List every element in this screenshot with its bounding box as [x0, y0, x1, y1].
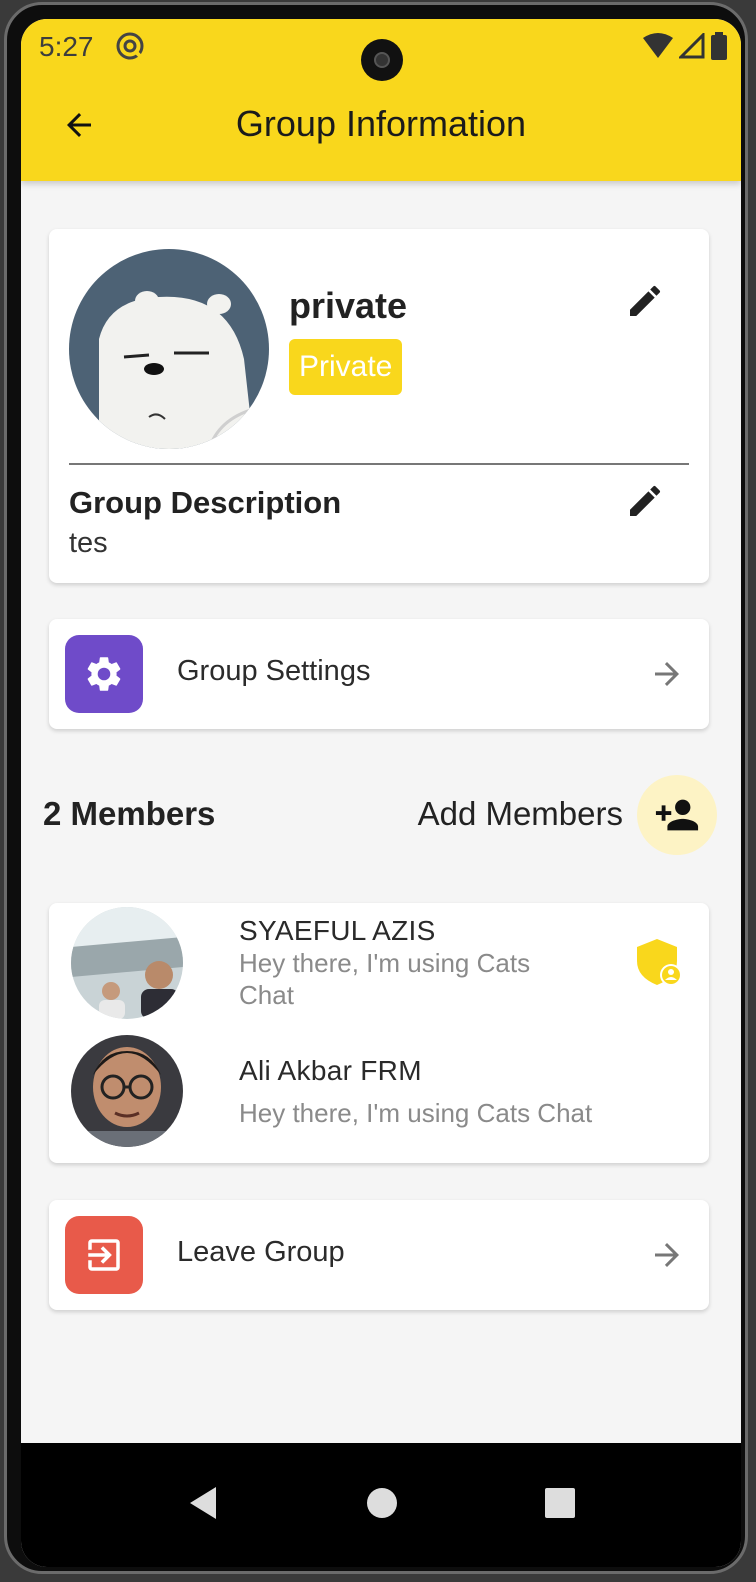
notification-app-icon — [116, 32, 144, 60]
nav-home-button[interactable] — [352, 1473, 412, 1533]
nav-home-icon — [367, 1488, 397, 1518]
arrow-forward-icon — [655, 1243, 679, 1267]
members-list-card: SYAEFUL AZIS Hey there, I'm using Cats C… — [49, 903, 709, 1163]
member-avatar — [71, 1035, 183, 1147]
divider — [69, 463, 689, 465]
page-title: Group Information — [235, 103, 527, 144]
nav-back-icon — [190, 1487, 216, 1519]
exit-icon — [88, 1239, 120, 1271]
edit-group-name-button[interactable] — [623, 279, 667, 323]
wifi-icon — [643, 33, 673, 58]
add-members-button[interactable] — [637, 775, 717, 855]
description-value: tes — [69, 527, 108, 559]
nav-back-button[interactable] — [173, 1473, 233, 1533]
status-icons — [643, 31, 727, 61]
member-status: Hey there, I'm using Cats Chat — [239, 1098, 593, 1128]
person-add-icon — [655, 799, 699, 831]
screen: 5:27 Group Information private Private G… — [21, 19, 741, 1567]
member-photo — [71, 907, 183, 1019]
member-photo — [71, 1035, 183, 1147]
admin-shield-icon — [637, 939, 682, 986]
phone-frame: 5:27 Group Information private Private G… — [4, 2, 748, 1574]
description-label: Group Description — [69, 485, 342, 520]
group-avatar[interactable] — [69, 249, 269, 449]
group-settings-arrow — [645, 652, 689, 696]
bear-avatar-image — [69, 249, 269, 449]
leave-group-arrow — [645, 1233, 689, 1277]
member-row[interactable]: Ali Akbar FRM Hey there, I'm using Cats … — [49, 1033, 709, 1163]
edit-icon — [630, 285, 661, 316]
leave-group-label: Leave Group — [177, 1236, 345, 1268]
app-bar: 5:27 Group Information — [21, 19, 741, 181]
member-name: Ali Akbar FRM — [239, 1055, 422, 1086]
group-name: private — [289, 285, 408, 326]
privacy-badge: Private — [289, 339, 403, 395]
group-settings-icon-tile — [65, 635, 143, 713]
member-row[interactable]: SYAEFUL AZIS Hey there, I'm using Cats C… — [49, 903, 709, 1033]
edit-icon — [630, 485, 661, 516]
arrow-forward-icon — [655, 662, 679, 686]
leave-group-row[interactable]: Leave Group — [49, 1200, 709, 1310]
member-name: SYAEFUL AZIS — [239, 915, 436, 946]
group-settings-row[interactable]: Group Settings — [49, 619, 709, 729]
leave-group-icon-tile — [65, 1216, 143, 1294]
front-camera — [361, 39, 403, 81]
members-count: 2 Members — [43, 795, 216, 832]
system-nav-bar — [21, 1443, 741, 1567]
nav-recents-button[interactable] — [530, 1473, 590, 1533]
group-info-card: private Private Group Description tes — [49, 229, 709, 583]
add-members-label[interactable]: Add Members — [418, 795, 623, 833]
signal-icon — [679, 33, 705, 59]
gear-icon — [87, 657, 121, 691]
status-time: 5:27 — [39, 31, 94, 62]
member-status: Hey there, I'm using Cats Chat — [239, 948, 531, 1010]
battery-icon — [711, 32, 727, 60]
member-avatar — [71, 907, 183, 1019]
edit-description-button[interactable] — [623, 479, 667, 523]
group-settings-label: Group Settings — [177, 655, 371, 687]
nav-recents-icon — [545, 1488, 575, 1518]
